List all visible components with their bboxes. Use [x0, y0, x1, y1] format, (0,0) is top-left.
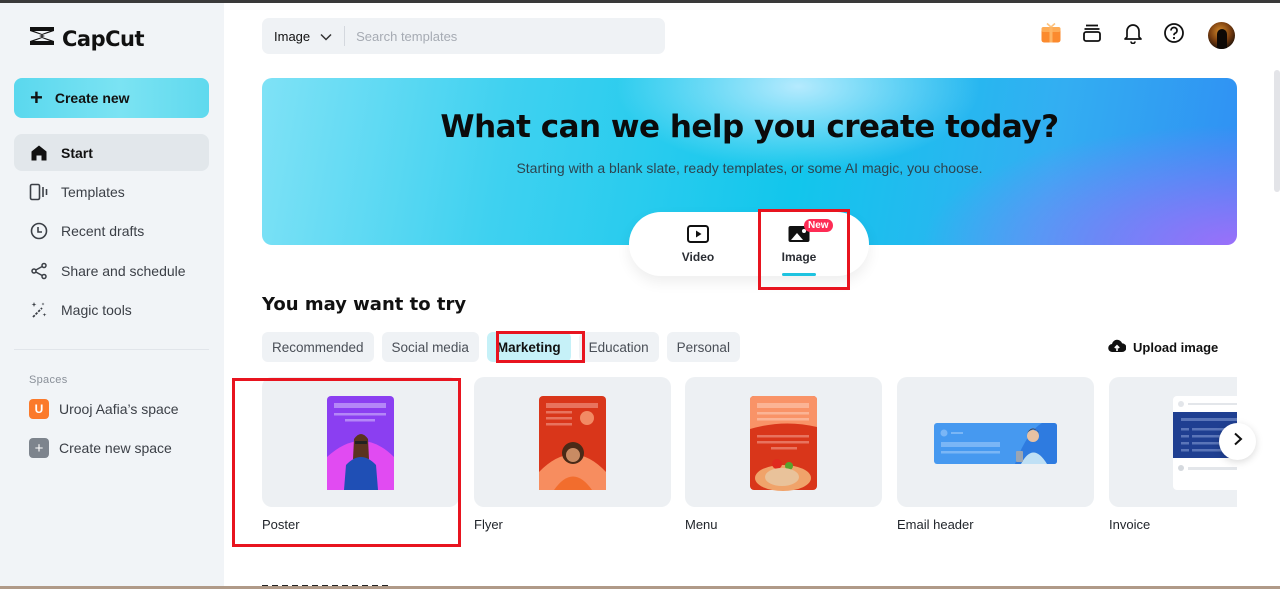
search-type-dropdown[interactable]: Image: [262, 29, 344, 44]
selected-indicator: [782, 273, 816, 276]
template-thumbnail: [474, 377, 671, 507]
template-name: Poster: [262, 517, 300, 532]
capcut-logo-text: CapCut: [62, 26, 145, 51]
upload-image-button[interactable]: Upload image: [1108, 338, 1218, 357]
template-cards: Poster Flyer Menu Email header Invoice: [262, 377, 1237, 537]
mode-switcher: Video Image: [629, 212, 869, 276]
spaces-label: Spaces: [29, 374, 68, 386]
plus-icon: +: [29, 438, 49, 458]
template-card-invoice[interactable]: Invoice: [1109, 377, 1237, 532]
chip-social-media[interactable]: Social media: [381, 332, 479, 362]
email-header-illustration: [934, 423, 1057, 464]
header-actions: [1038, 22, 1235, 49]
space-label: Create new space: [59, 440, 172, 456]
avatar[interactable]: [1208, 22, 1235, 49]
new-badge: New: [804, 219, 833, 232]
plus-icon: +: [30, 85, 43, 110]
sidebar-item-label: Magic tools: [61, 302, 132, 319]
carousel-next-button[interactable]: [1219, 423, 1256, 460]
template-name: Email header: [897, 517, 974, 532]
search-input[interactable]: [345, 28, 636, 44]
template-card-flyer[interactable]: Flyer: [474, 377, 671, 532]
hero-title: What can we help you create today?: [440, 109, 1059, 145]
sidebar-item-share-and-schedule[interactable]: Share and schedule: [14, 252, 209, 289]
bell-icon: [1123, 22, 1143, 49]
inbox-stack-icon: [1082, 23, 1102, 48]
mode-tab-video[interactable]: Video: [658, 212, 738, 276]
template-card-email-header[interactable]: Email header: [897, 377, 1094, 532]
category-chips: Recommended Social media Marketing Educa…: [262, 332, 740, 362]
template-thumbnail: [262, 377, 459, 507]
sidebar-item-templates[interactable]: Templates: [14, 173, 209, 210]
mode-label: Image: [781, 250, 817, 264]
hero-subtitle: Starting with a blank slate, ready templ…: [516, 160, 983, 176]
chevron-down-icon: [320, 29, 332, 44]
notifications-button[interactable]: [1120, 23, 1146, 49]
page-scrollbar[interactable]: [1274, 70, 1280, 192]
template-thumbnail: [685, 377, 882, 507]
home-icon: [29, 143, 49, 163]
sidebar-item-label: Templates: [61, 183, 125, 200]
chevron-right-icon: [1233, 432, 1243, 451]
create-new-label: Create new: [54, 90, 130, 106]
sidebar-item-label: Share and schedule: [61, 262, 186, 279]
clock-icon: [29, 221, 49, 241]
flyer-illustration: [539, 396, 606, 490]
gift-button[interactable]: [1038, 22, 1064, 49]
magic-wand-icon: [29, 300, 49, 320]
sidebar-divider: [14, 349, 209, 350]
mode-label: Video: [681, 250, 715, 264]
section-title: You may want to try: [262, 294, 467, 315]
capcut-logo[interactable]: CapCut: [28, 25, 145, 52]
upload-image-label: Upload image: [1133, 340, 1219, 355]
chip-marketing[interactable]: Marketing: [486, 332, 571, 362]
template-thumbnail: [1109, 377, 1237, 507]
search-type-value: Image: [274, 28, 311, 44]
help-icon: [1163, 22, 1185, 49]
gift-icon: [1040, 22, 1062, 49]
video-icon: [686, 224, 710, 247]
chip-personal[interactable]: Personal: [666, 332, 740, 362]
search-bar: Image: [262, 18, 665, 54]
sidebar-item-recent-drafts[interactable]: Recent drafts: [14, 213, 209, 250]
sidebar-item-label: Recent drafts: [61, 223, 145, 240]
space-item-personal[interactable]: U Urooj Aafia’s space: [29, 399, 179, 419]
sidebar-item-magic-tools[interactable]: Magic tools: [14, 292, 209, 329]
sidebar-item-start[interactable]: Start: [14, 134, 209, 171]
templates-icon: [29, 182, 49, 202]
capcut-logo-icon: [28, 25, 56, 52]
menu-illustration: [750, 396, 817, 491]
space-label: Urooj Aafia’s space: [59, 401, 179, 417]
sidebar: CapCut + Create new Start Templates Rece…: [0, 3, 224, 589]
template-card-menu[interactable]: Menu: [685, 377, 882, 532]
cloud-upload-icon: [1108, 338, 1127, 357]
template-name: Menu: [685, 517, 718, 532]
chip-recommended[interactable]: Recommended: [262, 332, 374, 362]
sidebar-item-label: Start: [61, 144, 93, 161]
template-thumbnail: [897, 377, 1094, 507]
create-new-space-button[interactable]: + Create new space: [29, 438, 172, 458]
template-name: Invoice: [1109, 517, 1151, 532]
help-button[interactable]: [1161, 23, 1187, 49]
share-icon: [29, 261, 49, 281]
chip-education[interactable]: Education: [578, 332, 659, 362]
space-avatar: U: [29, 399, 49, 419]
poster-illustration: [327, 396, 394, 490]
template-card-poster[interactable]: Poster: [262, 377, 459, 532]
create-new-button[interactable]: + Create new: [14, 78, 209, 118]
invoice-illustration: [1173, 396, 1237, 490]
template-name: Flyer: [474, 517, 503, 532]
projects-button[interactable]: [1079, 23, 1105, 49]
sidebar-nav: Start Templates Recent drafts Share and …: [14, 134, 209, 331]
